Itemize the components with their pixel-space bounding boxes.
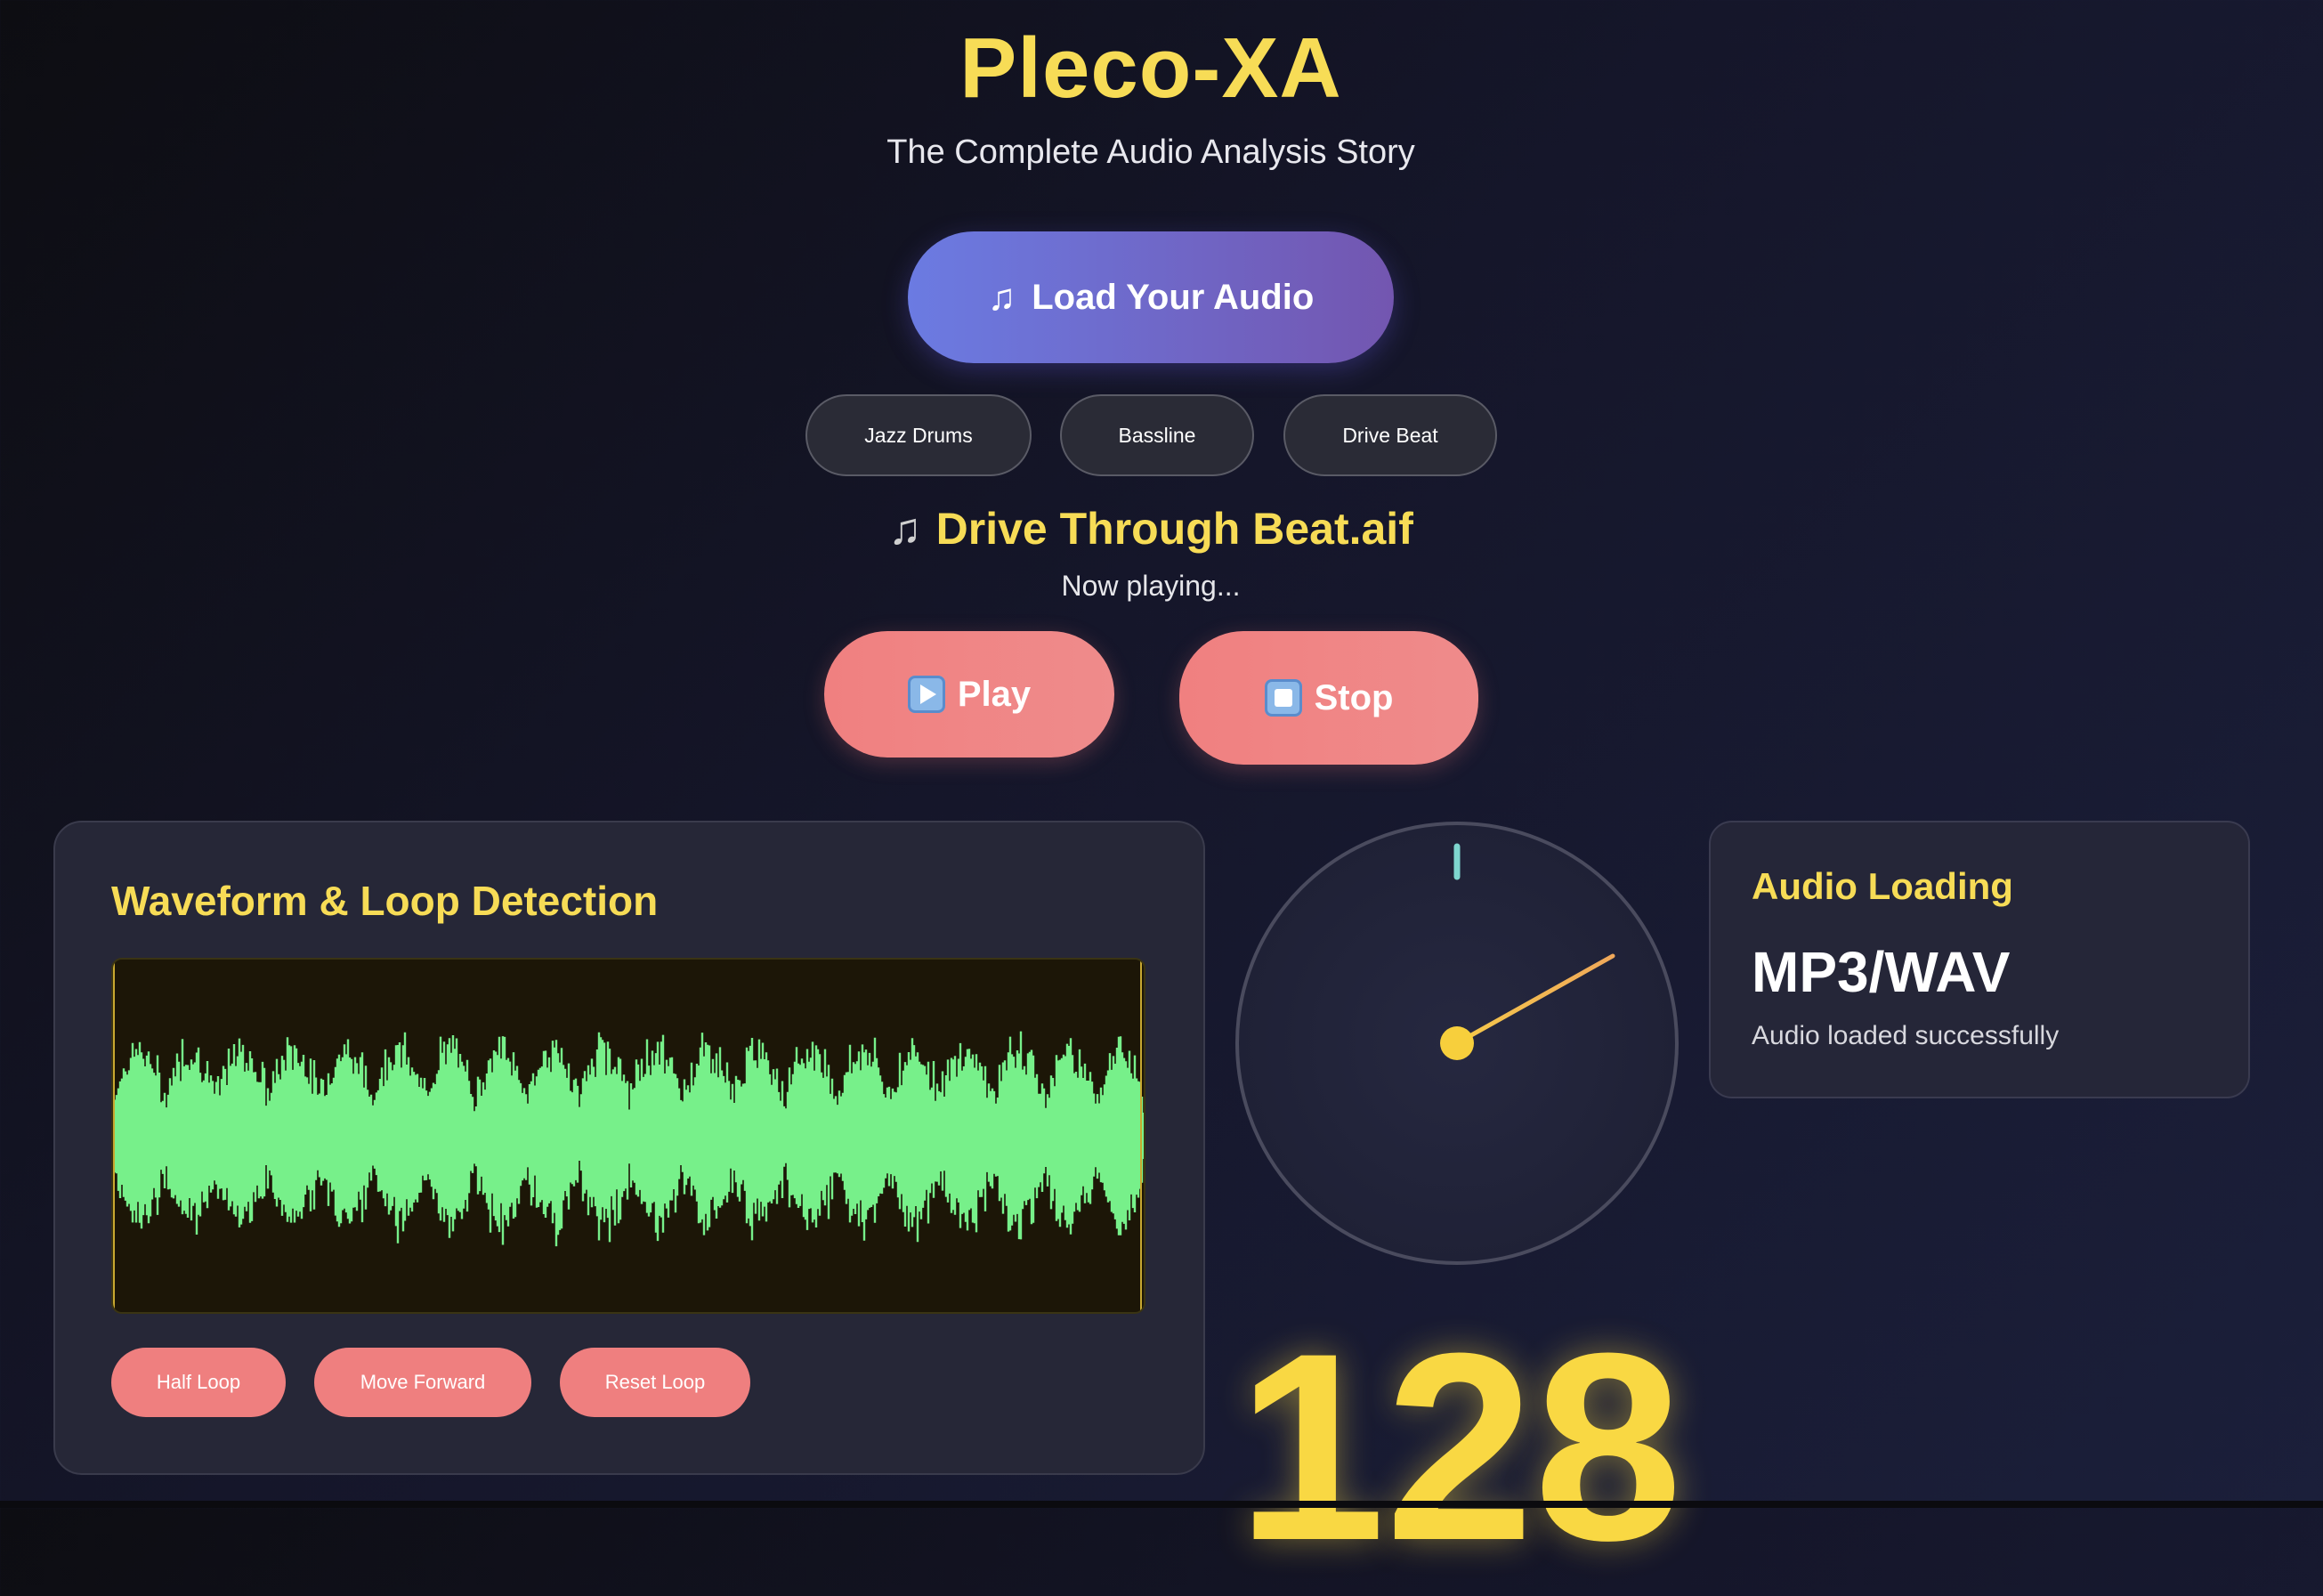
bpm-readout: 128 (1236, 1297, 1683, 1596)
play-button[interactable]: Play (824, 631, 1114, 757)
tempo-dial[interactable] (1234, 820, 1680, 1267)
music-note-icon: ♫ (888, 504, 922, 554)
preset-jazz-drums-button[interactable]: Jazz Drums (805, 394, 1032, 476)
half-loop-label: Half Loop (156, 1371, 241, 1393)
audio-loading-heading: Audio Loading (1752, 865, 2013, 907)
half-loop-button[interactable]: Half Loop (111, 1348, 286, 1417)
app-subtitle: The Complete Audio Analysis Story (886, 134, 1415, 171)
bottom-edge (0, 1501, 2323, 1508)
move-forward-label: Move Forward (360, 1371, 486, 1393)
track-title: ♫ Drive Through Beat.aif (0, 503, 2302, 555)
waveform-core (113, 1113, 1144, 1159)
app-title: Pleco-XA (959, 20, 1342, 116)
preset-drive-beat-button[interactable]: Drive Beat (1283, 394, 1497, 476)
preset-bassline-button[interactable]: Bassline (1060, 394, 1254, 476)
track-status: Now playing... (1061, 570, 1241, 602)
track-name: Drive Through Beat.aif (935, 504, 1413, 554)
preset-label: Bassline (1118, 423, 1196, 447)
stop-label: Stop (1314, 677, 1394, 717)
dial-hub (1440, 1026, 1474, 1060)
move-forward-button[interactable]: Move Forward (314, 1348, 531, 1417)
waveform-display[interactable] (111, 958, 1145, 1314)
load-audio-label: Load Your Audio (1032, 277, 1315, 317)
preset-label: Drive Beat (1342, 423, 1438, 447)
stop-icon (1264, 679, 1302, 717)
preset-label: Jazz Drums (864, 423, 973, 447)
waveform-panel-title: Waveform & Loop Detection (111, 878, 659, 924)
play-icon (907, 676, 945, 713)
reset-loop-label: Reset Loop (604, 1371, 706, 1393)
stop-button[interactable]: Stop (1179, 631, 1478, 765)
play-label: Play (957, 674, 1032, 714)
audio-loading-status: Audio loaded successfully (1752, 1021, 2060, 1050)
load-audio-button[interactable]: ♫ Load Your Audio (908, 231, 1394, 363)
waveform-graphic (113, 960, 1144, 1312)
music-note-icon: ♫ (987, 276, 1016, 318)
reset-loop-button[interactable]: Reset Loop (560, 1348, 750, 1417)
audio-format-value: MP3/WAV (1752, 940, 2011, 1004)
